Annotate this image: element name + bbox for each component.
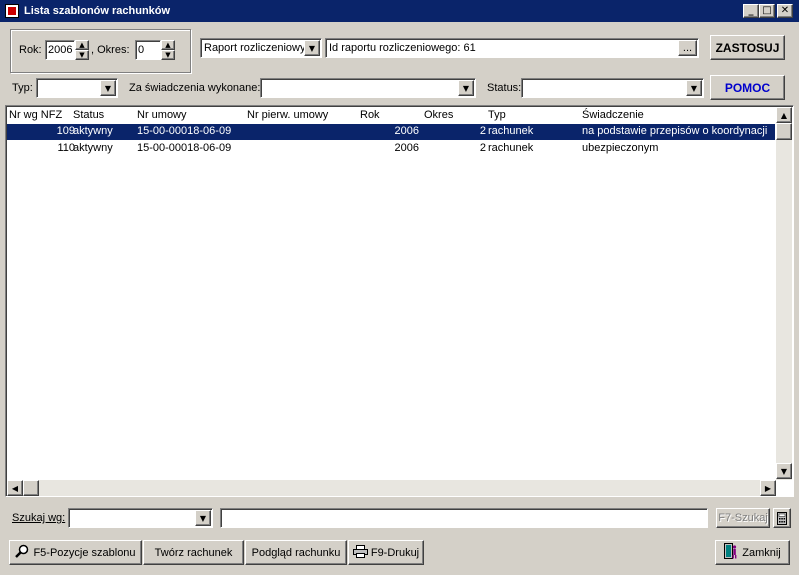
- report-id-field: Id raportu rozliczeniowego: 61: [325, 38, 699, 58]
- col-header-rok[interactable]: Rok: [360, 109, 380, 121]
- cell-typ: rachunek: [488, 125, 534, 137]
- title-bar[interactable]: Lista szablonów rachunków _ □ ✕: [0, 0, 799, 22]
- okres-up-icon[interactable]: ▲: [161, 40, 175, 50]
- cell-typ: rachunek: [488, 142, 534, 154]
- positions-button[interactable]: F5-Pozycje szablonu: [9, 540, 142, 565]
- scroll-up-icon[interactable]: ▲: [776, 107, 792, 123]
- cell-status: aktywny: [73, 142, 113, 154]
- print-button[interactable]: F9-Drukuj: [348, 540, 424, 565]
- app-icon: [5, 4, 19, 18]
- minimize-icon[interactable]: _: [743, 4, 759, 18]
- cell-rok: 2006: [394, 142, 419, 154]
- col-header-status[interactable]: Status: [73, 109, 104, 121]
- printer-icon: [352, 544, 368, 561]
- cell-umowa: 15-00-00018-06-09: [137, 142, 232, 154]
- magnifier-icon: [15, 544, 29, 561]
- za-label: Za świadczenia wykonane:: [129, 82, 261, 94]
- search-field-dropdown-icon[interactable]: ▼: [195, 510, 211, 526]
- cell-okres: 2: [479, 142, 486, 154]
- cell-umowa: 15-00-00018-06-09: [137, 125, 232, 137]
- cell-rok: 2006: [394, 125, 419, 137]
- horizontal-scrollbar[interactable]: [7, 480, 776, 496]
- apply-button[interactable]: ZASTOSUJ: [710, 35, 785, 60]
- scroll-right-icon[interactable]: ▶: [760, 480, 776, 496]
- status-label: Status:: [487, 82, 522, 94]
- search-button[interactable]: F7-Szukaj: [716, 508, 770, 528]
- search-field-select[interactable]: [68, 508, 213, 528]
- okres-input[interactable]: 0: [135, 40, 161, 60]
- horizontal-scroll-thumb[interactable]: [23, 480, 39, 496]
- typ-dropdown-icon[interactable]: ▼: [100, 80, 116, 96]
- cell-okres: 2: [479, 125, 486, 137]
- rok-label: Rok:: [19, 44, 42, 56]
- close-icon[interactable]: ✕: [777, 4, 793, 18]
- col-header-nr[interactable]: Nr wg NFZ: [9, 109, 62, 121]
- vertical-scrollbar[interactable]: [776, 107, 792, 480]
- status-dropdown-icon[interactable]: ▼: [686, 80, 702, 96]
- za-select[interactable]: [260, 78, 476, 98]
- exit-icon: [724, 543, 738, 562]
- window-title: Lista szablonów rachunków: [24, 5, 171, 17]
- vertical-scroll-thumb[interactable]: [776, 123, 792, 140]
- table-row[interactable]: 110 aktywny 15-00-00018-06-09 2006 2 rac…: [7, 141, 775, 157]
- scroll-down-icon[interactable]: ▼: [776, 463, 792, 479]
- scroll-left-icon[interactable]: ◀: [7, 480, 23, 496]
- search-input[interactable]: [220, 508, 708, 528]
- create-invoice-button[interactable]: Twórz rachunek: [143, 540, 244, 565]
- typ-label: Typ:: [12, 82, 33, 94]
- za-dropdown-icon[interactable]: ▼: [458, 80, 474, 96]
- search-label: Szukaj wg:: [12, 512, 66, 524]
- templates-table[interactable]: [5, 105, 794, 497]
- status-select[interactable]: [521, 78, 704, 98]
- report-type-dropdown-icon[interactable]: ▼: [304, 40, 320, 56]
- browse-report-button[interactable]: ...: [678, 40, 697, 56]
- col-header-umowa[interactable]: Nr umowy: [137, 109, 187, 121]
- cell-status: aktywny: [73, 125, 113, 137]
- rok-up-icon[interactable]: ▲: [75, 40, 89, 50]
- preview-invoice-button[interactable]: Podgląd rachunku: [245, 540, 347, 565]
- table-row[interactable]: 109 aktywny 15-00-00018-06-09 2006 2 rac…: [7, 124, 775, 140]
- col-header-pierw[interactable]: Nr pierw. umowy: [247, 109, 328, 121]
- calculator-icon[interactable]: [773, 508, 791, 528]
- close-button[interactable]: Zamknij: [715, 540, 790, 565]
- col-header-swiadczenie[interactable]: Świadczenie: [582, 109, 644, 121]
- okres-down-icon[interactable]: ▼: [161, 50, 175, 60]
- cell-swiadczenie: na podstawie przepisów o koordynacji: [582, 125, 768, 137]
- cell-swiadczenie: ubezpieczonym: [582, 142, 659, 154]
- col-header-okres[interactable]: Okres: [424, 109, 453, 121]
- rok-input[interactable]: 2006: [45, 40, 75, 60]
- col-header-typ[interactable]: Typ: [488, 109, 506, 121]
- rok-down-icon[interactable]: ▼: [75, 50, 89, 60]
- maximize-icon[interactable]: □: [759, 4, 775, 18]
- okres-label: , Okres:: [91, 44, 130, 56]
- help-button[interactable]: POMOC: [710, 75, 785, 100]
